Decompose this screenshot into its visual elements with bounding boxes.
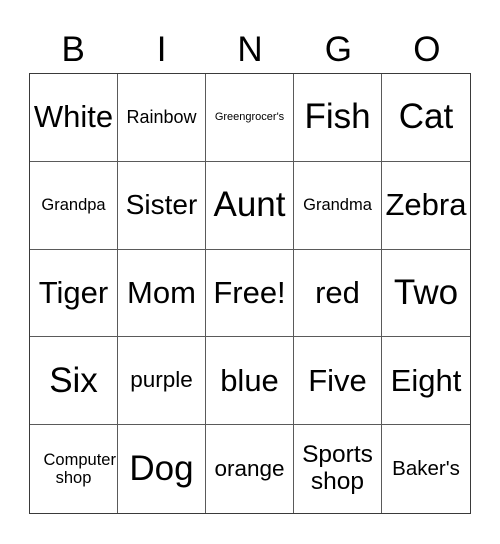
bingo-cell-o3[interactable]: Two xyxy=(382,250,470,338)
header-letter-o: O xyxy=(413,30,441,69)
cell-label: Eight xyxy=(390,362,462,398)
cell-label: Sports shop xyxy=(302,441,373,496)
cell-label: Computer shop xyxy=(43,450,116,488)
cell-label: Mom xyxy=(127,274,196,310)
bingo-cell-i1[interactable]: Rainbow xyxy=(118,74,206,162)
bingo-cell-b4[interactable]: Six xyxy=(30,337,118,426)
header-letter-b: B xyxy=(61,30,85,69)
free-space-cell[interactable]: Free! xyxy=(206,249,294,338)
bingo-cell-o5[interactable]: Baker's xyxy=(382,425,470,513)
cell-label: purple xyxy=(130,367,193,393)
cell-label: Dog xyxy=(129,448,194,488)
bingo-cell-n1[interactable]: Greengrocer's xyxy=(206,74,294,162)
bingo-cell-b5[interactable]: Computer shop xyxy=(30,425,118,513)
bingo-cell-i5[interactable]: Dog xyxy=(118,425,206,513)
cell-label: Two xyxy=(393,272,459,312)
bingo-cell-g4[interactable]: Five xyxy=(294,337,382,426)
cell-label: Sister xyxy=(125,188,198,220)
bingo-cell-o2[interactable]: Zebra xyxy=(382,162,470,250)
bingo-cell-g1[interactable]: Fish xyxy=(294,74,382,162)
cell-label: Six xyxy=(49,360,98,400)
bingo-cell-o1[interactable]: Cat xyxy=(382,74,470,162)
cell-label: red xyxy=(315,274,360,310)
cell-label: Rainbow xyxy=(126,106,197,127)
bingo-grid: White Rainbow Greengrocer's Fish Cat Grandpa S… xyxy=(29,73,471,514)
bingo-cell-n4[interactable]: blue xyxy=(206,337,294,426)
cell-label: orange xyxy=(214,455,285,481)
cell-label: Greengrocer's xyxy=(214,111,285,124)
header-letter-i: I xyxy=(156,30,167,69)
bingo-cell-o4[interactable]: Eight xyxy=(382,337,470,426)
cell-label: Cat xyxy=(398,97,454,137)
cell-label: Grandpa xyxy=(41,196,106,215)
bingo-cell-i3[interactable]: Mom xyxy=(118,249,206,338)
cell-label: Tiger xyxy=(38,274,109,310)
bingo-cell-n5[interactable]: orange xyxy=(206,425,294,513)
bingo-cell-n2[interactable]: Aunt xyxy=(206,161,294,250)
bingo-cell-i2[interactable]: Sister xyxy=(118,161,206,250)
cell-label: Five xyxy=(308,362,367,398)
bingo-cell-g2[interactable]: Grandma xyxy=(294,161,382,250)
bingo-cell-b3[interactable]: Tiger xyxy=(30,249,118,338)
cell-label: Zebra xyxy=(385,187,467,223)
bingo-cell-i4[interactable]: purple xyxy=(118,337,206,426)
bingo-header: B I N G O xyxy=(29,28,471,72)
cell-label: Aunt xyxy=(213,184,286,224)
bingo-cell-g3[interactable]: red xyxy=(294,249,382,338)
cell-label: White xyxy=(33,99,114,135)
cell-label: Grandma xyxy=(303,196,372,215)
cell-label: blue xyxy=(220,362,279,398)
bingo-cell-b2[interactable]: Grandpa xyxy=(30,161,118,250)
bingo-cell-b1[interactable]: White xyxy=(30,74,118,162)
cell-label: Baker's xyxy=(392,456,460,480)
bingo-cell-g5[interactable]: Sports shop xyxy=(294,425,382,513)
cell-label: Free! xyxy=(213,274,286,310)
cell-label: Fish xyxy=(304,97,371,137)
header-letter-g: G xyxy=(324,30,353,69)
header-letter-n: N xyxy=(237,30,263,69)
